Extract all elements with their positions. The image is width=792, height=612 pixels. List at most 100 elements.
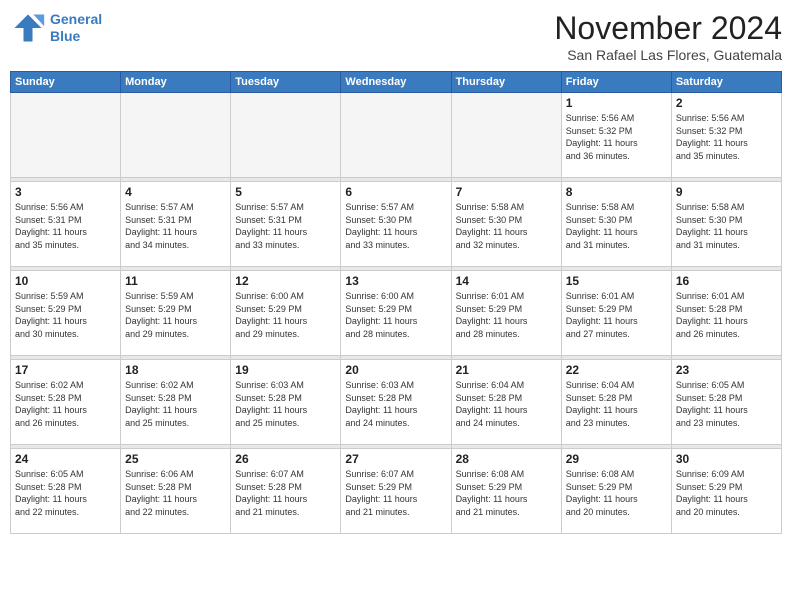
- day-info: Sunrise: 6:01 AM Sunset: 5:29 PM Dayligh…: [456, 290, 557, 340]
- calendar-cell: 24Sunrise: 6:05 AM Sunset: 5:28 PM Dayli…: [11, 449, 121, 534]
- day-info: Sunrise: 6:08 AM Sunset: 5:29 PM Dayligh…: [566, 468, 667, 518]
- day-number: 25: [125, 452, 226, 466]
- day-number: 17: [15, 363, 116, 377]
- day-number: 3: [15, 185, 116, 199]
- calendar-cell: 1 Sunrise: 5:56 AM Sunset: 5:32 PM Daylig…: [561, 93, 671, 178]
- day-number: 10: [15, 274, 116, 288]
- logo-icon: [10, 10, 46, 46]
- day-number: 20: [345, 363, 446, 377]
- calendar-cell: 25Sunrise: 6:06 AM Sunset: 5:28 PM Dayli…: [121, 449, 231, 534]
- day-number: 22: [566, 363, 667, 377]
- month-title: November 2024: [554, 10, 782, 47]
- calendar-cell: 10 Sunrise: 5:59 AM Sunset: 5:29 PM Dayli…: [11, 271, 121, 356]
- day-info: Sunrise: 6:03 AM Sunset: 5:28 PM Dayligh…: [345, 379, 446, 429]
- day-number: 14: [456, 274, 557, 288]
- calendar-header-row: SundayMondayTuesdayWednesdayThursdayFrid…: [11, 72, 782, 93]
- calendar-cell: 17 Sunrise: 6:02 AM Sunset: 5:28 PM Dayli…: [11, 360, 121, 445]
- header: General Blue November 2024 San Rafael La…: [10, 10, 782, 63]
- calendar-cell: 16 Sunrise: 6:01 AM Sunset: 5:28 PM Dayli…: [671, 271, 781, 356]
- calendar-cell: 7 Sunrise: 5:58 AM Sunset: 5:30 PM Daylig…: [451, 182, 561, 267]
- day-info: Sunrise: 6:07 AM Sunset: 5:28 PM Dayligh…: [235, 468, 336, 518]
- calendar-cell: 11 Sunrise: 5:59 AM Sunset: 5:29 PM Dayli…: [121, 271, 231, 356]
- calendar-cell: 4 Sunrise: 5:57 AM Sunset: 5:31 PM Daylig…: [121, 182, 231, 267]
- calendar-cell: 23 Sunrise: 6:05 AM Sunset: 5:28 PM Dayli…: [671, 360, 781, 445]
- day-info: Sunrise: 6:03 AM Sunset: 5:28 PM Dayligh…: [235, 379, 336, 429]
- day-info: Sunrise: 6:02 AM Sunset: 5:28 PM Dayligh…: [125, 379, 226, 429]
- day-info: Sunrise: 6:04 AM Sunset: 5:28 PM Dayligh…: [566, 379, 667, 429]
- calendar-cell: [451, 93, 561, 178]
- day-number: 28: [456, 452, 557, 466]
- logo-text: General Blue: [50, 11, 102, 45]
- day-info: Sunrise: 5:57 AM Sunset: 5:31 PM Dayligh…: [235, 201, 336, 251]
- calendar-cell: 12Sunrise: 6:00 AM Sunset: 5:29 PM Dayli…: [231, 271, 341, 356]
- day-info: Sunrise: 6:09 AM Sunset: 5:29 PM Dayligh…: [676, 468, 777, 518]
- day-number: 1: [566, 96, 667, 110]
- day-info: Sunrise: 5:57 AM Sunset: 5:30 PM Dayligh…: [345, 201, 446, 251]
- calendar-cell: 28Sunrise: 6:08 AM Sunset: 5:29 PM Dayli…: [451, 449, 561, 534]
- day-info: Sunrise: 5:58 AM Sunset: 5:30 PM Dayligh…: [676, 201, 777, 251]
- calendar-cell: 27 Sunrise: 6:07 AM Sunset: 5:29 PM Dayli…: [341, 449, 451, 534]
- day-number: 26: [235, 452, 336, 466]
- calendar-cell: 20 Sunrise: 6:03 AM Sunset: 5:28 PM Dayli…: [341, 360, 451, 445]
- weekday-header: Friday: [561, 72, 671, 93]
- logo-line2: Blue: [50, 28, 80, 44]
- day-info: Sunrise: 5:58 AM Sunset: 5:30 PM Dayligh…: [456, 201, 557, 251]
- day-number: 7: [456, 185, 557, 199]
- day-info: Sunrise: 6:05 AM Sunset: 5:28 PM Dayligh…: [676, 379, 777, 429]
- day-info: Sunrise: 6:05 AM Sunset: 5:28 PM Dayligh…: [15, 468, 116, 518]
- title-area: November 2024 San Rafael Las Flores, Gua…: [554, 10, 782, 63]
- day-info: Sunrise: 6:02 AM Sunset: 5:28 PM Dayligh…: [15, 379, 116, 429]
- day-info: Sunrise: 6:07 AM Sunset: 5:29 PM Dayligh…: [345, 468, 446, 518]
- calendar-cell: 14 Sunrise: 6:01 AM Sunset: 5:29 PM Dayli…: [451, 271, 561, 356]
- calendar-cell: [11, 93, 121, 178]
- calendar-cell: 21Sunrise: 6:04 AM Sunset: 5:28 PM Dayli…: [451, 360, 561, 445]
- day-info: Sunrise: 6:01 AM Sunset: 5:29 PM Dayligh…: [566, 290, 667, 340]
- calendar-cell: 3 Sunrise: 5:56 AM Sunset: 5:31 PM Daylig…: [11, 182, 121, 267]
- calendar-cell: 19 Sunrise: 6:03 AM Sunset: 5:28 PM Dayli…: [231, 360, 341, 445]
- day-number: 27: [345, 452, 446, 466]
- day-info: Sunrise: 5:58 AM Sunset: 5:30 PM Dayligh…: [566, 201, 667, 251]
- day-info: Sunrise: 6:00 AM Sunset: 5:29 PM Dayligh…: [345, 290, 446, 340]
- day-number: 13: [345, 274, 446, 288]
- weekday-header: Saturday: [671, 72, 781, 93]
- day-info: Sunrise: 5:56 AM Sunset: 5:31 PM Dayligh…: [15, 201, 116, 251]
- calendar-week-row: 24Sunrise: 6:05 AM Sunset: 5:28 PM Dayli…: [11, 449, 782, 534]
- day-info: Sunrise: 5:59 AM Sunset: 5:29 PM Dayligh…: [15, 290, 116, 340]
- day-number: 5: [235, 185, 336, 199]
- calendar-cell: 22 Sunrise: 6:04 AM Sunset: 5:28 PM Dayli…: [561, 360, 671, 445]
- day-info: Sunrise: 5:57 AM Sunset: 5:31 PM Dayligh…: [125, 201, 226, 251]
- day-number: 29: [566, 452, 667, 466]
- calendar-cell: 29 Sunrise: 6:08 AM Sunset: 5:29 PM Dayli…: [561, 449, 671, 534]
- day-number: 23: [676, 363, 777, 377]
- calendar-cell: 13 Sunrise: 6:00 AM Sunset: 5:29 PM Dayli…: [341, 271, 451, 356]
- logo: General Blue: [10, 10, 102, 46]
- day-number: 15: [566, 274, 667, 288]
- day-number: 16: [676, 274, 777, 288]
- day-number: 19: [235, 363, 336, 377]
- calendar-cell: 15 Sunrise: 6:01 AM Sunset: 5:29 PM Dayli…: [561, 271, 671, 356]
- weekday-header: Tuesday: [231, 72, 341, 93]
- day-number: 30: [676, 452, 777, 466]
- day-info: Sunrise: 6:04 AM Sunset: 5:28 PM Dayligh…: [456, 379, 557, 429]
- calendar-cell: 30 Sunrise: 6:09 AM Sunset: 5:29 PM Dayli…: [671, 449, 781, 534]
- day-info: Sunrise: 6:01 AM Sunset: 5:28 PM Dayligh…: [676, 290, 777, 340]
- calendar-cell: 2Sunrise: 5:56 AM Sunset: 5:32 PM Daylig…: [671, 93, 781, 178]
- weekday-header: Sunday: [11, 72, 121, 93]
- calendar-cell: [231, 93, 341, 178]
- calendar-cell: 26 Sunrise: 6:07 AM Sunset: 5:28 PM Dayli…: [231, 449, 341, 534]
- calendar-week-row: 1 Sunrise: 5:56 AM Sunset: 5:32 PM Daylig…: [11, 93, 782, 178]
- day-info: Sunrise: 6:00 AM Sunset: 5:29 PM Dayligh…: [235, 290, 336, 340]
- calendar-cell: 8Sunrise: 5:58 AM Sunset: 5:30 PM Daylig…: [561, 182, 671, 267]
- day-info: Sunrise: 5:59 AM Sunset: 5:29 PM Dayligh…: [125, 290, 226, 340]
- day-number: 4: [125, 185, 226, 199]
- day-number: 18: [125, 363, 226, 377]
- day-number: 11: [125, 274, 226, 288]
- page: General Blue November 2024 San Rafael La…: [0, 0, 792, 612]
- calendar: SundayMondayTuesdayWednesdayThursdayFrid…: [10, 71, 782, 534]
- weekday-header: Monday: [121, 72, 231, 93]
- calendar-cell: 18 Sunrise: 6:02 AM Sunset: 5:28 PM Dayli…: [121, 360, 231, 445]
- location-title: San Rafael Las Flores, Guatemala: [554, 47, 782, 63]
- calendar-week-row: 17 Sunrise: 6:02 AM Sunset: 5:28 PM Dayli…: [11, 360, 782, 445]
- weekday-header: Thursday: [451, 72, 561, 93]
- day-info: Sunrise: 5:56 AM Sunset: 5:32 PM Dayligh…: [566, 112, 667, 162]
